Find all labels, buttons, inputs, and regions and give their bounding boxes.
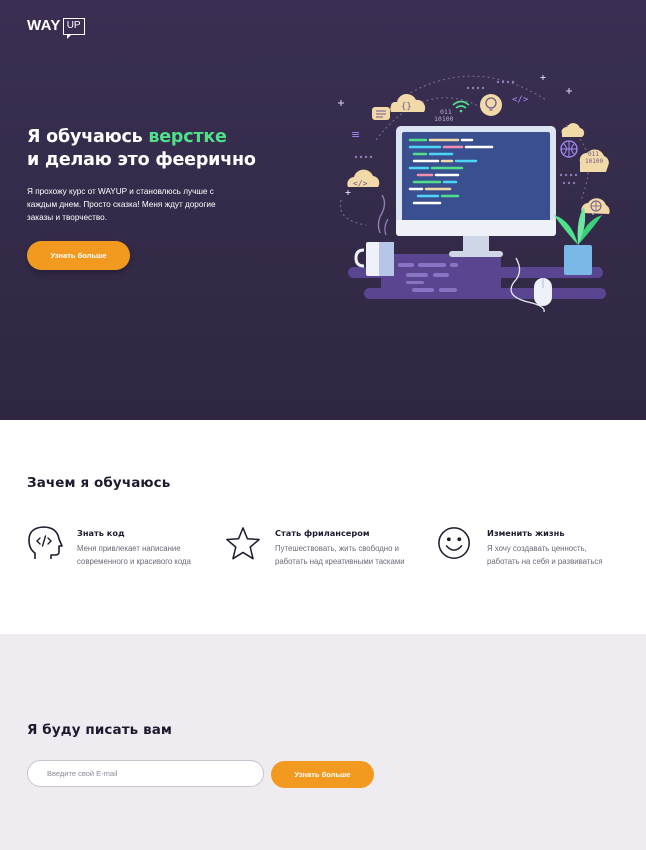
- hero-title-accent: верстке: [148, 127, 227, 147]
- feature-description: Меня привлекает написание современного и…: [77, 543, 209, 568]
- braces-label: {}: [401, 102, 412, 112]
- smile-icon: [438, 527, 470, 559]
- feature-line: работать на себя и развиваться: [487, 556, 603, 566]
- feature-know-code: Знать код Меня привлекает написание совр…: [27, 525, 227, 575]
- subscribe-button[interactable]: Узнать больше: [271, 761, 374, 788]
- feature-line: Я хочу создавать ценность,: [487, 544, 587, 553]
- binary-label-right2: 10100: [585, 158, 603, 165]
- developer-workspace-illustration: ≡ {} 011 10100 </> 011 10100 </>: [338, 75, 610, 313]
- binary-label-top2: 10100: [434, 115, 454, 123]
- why-title: Зачем я обучаюсь: [27, 475, 171, 491]
- feature-title: Изменить жизнь: [487, 528, 565, 538]
- wayup-logo[interactable]: WAY UP: [27, 17, 85, 39]
- email-field[interactable]: [27, 760, 264, 787]
- head-code-icon: [28, 526, 63, 559]
- logo-text: WAY: [27, 17, 61, 34]
- star-icon: [226, 527, 260, 560]
- feature-freelancer: Стать фрилансером Путешествовать, жить с…: [225, 525, 425, 575]
- hero-title: Я обучаюсь верстке и делаю это феерично: [27, 126, 317, 172]
- hero-title-part: Я обучаюсь: [27, 127, 149, 147]
- logo-box-text: UP: [62, 18, 85, 39]
- feature-line: современного и красивого кода: [77, 556, 191, 566]
- feature-line: Меня привлекает написание: [77, 544, 181, 553]
- why-section: Зачем я обучаюсь Знать код Меня привлека…: [0, 420, 646, 634]
- feature-description: Я хочу создавать ценность, работать на с…: [487, 543, 605, 568]
- feature-line: Путешествовать, жить свободно и: [275, 544, 399, 553]
- code-tag-cloud-label: </>: [353, 179, 368, 188]
- svg-text:≡: ≡: [351, 128, 360, 141]
- binary-label-right1: 011: [588, 151, 599, 158]
- subscribe-section: Я буду писать вам Узнать больше: [0, 634, 646, 850]
- feature-title: Знать код: [77, 528, 125, 538]
- hero-title-line2: и делаю это феерично: [27, 150, 256, 170]
- hero-description: Я прохожу курс от WAYUP и становлюсь луч…: [27, 187, 216, 222]
- code-tag-label: </>: [512, 95, 529, 105]
- feature-description: Путешествовать, жить свободно и работать…: [275, 543, 407, 568]
- feature-line: работать над креативными тасками: [275, 556, 405, 566]
- feature-title: Стать фрилансером: [275, 528, 370, 538]
- learn-more-button[interactable]: Узнать больше: [27, 241, 130, 270]
- hero-section: WAY UP Я обучаюсь верстке и делаю это фе…: [0, 0, 646, 420]
- feature-change-life: Изменить жизнь Я хочу создавать ценность…: [437, 525, 637, 575]
- subscribe-title: Я буду писать вам: [27, 722, 173, 738]
